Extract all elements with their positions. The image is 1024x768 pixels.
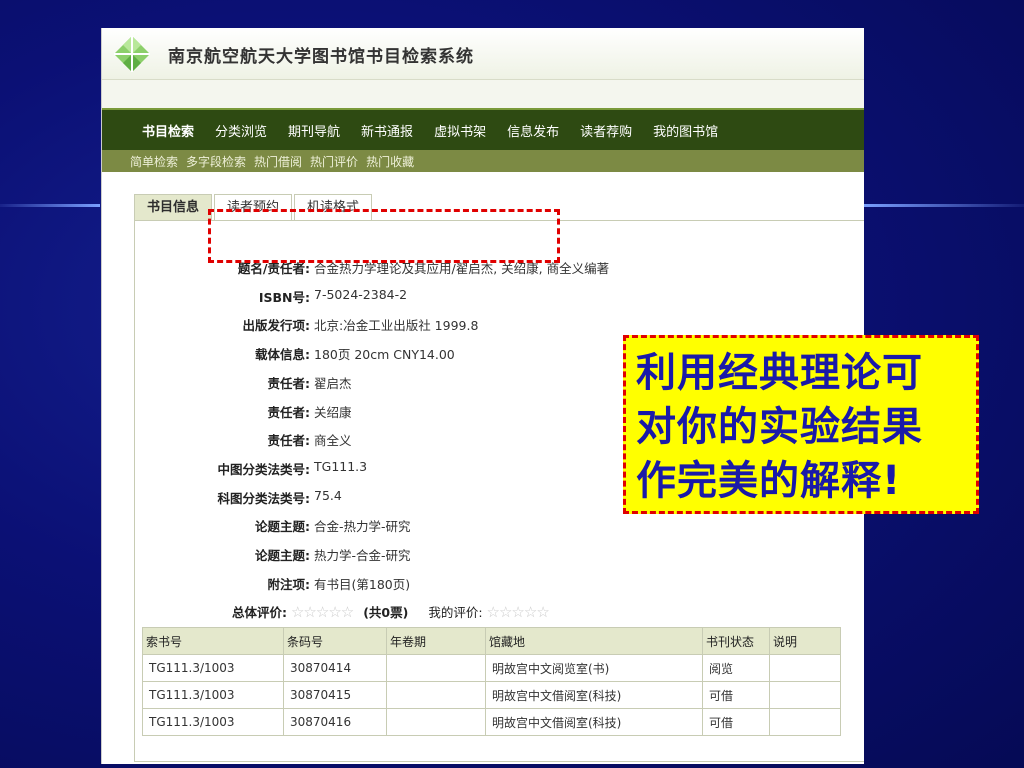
- col-note: 说明: [769, 627, 841, 655]
- nav-item-catalog-search[interactable]: 书目检索: [142, 121, 194, 140]
- record-field-value: 翟启杰: [314, 375, 352, 391]
- record-field-value: 7-5024-2384-2: [314, 286, 408, 302]
- record-field-row: 责任者: 翟启杰: [100, 373, 660, 393]
- holdings-cell: TG111.3/1003: [142, 681, 284, 709]
- record-field-value: 关绍康: [314, 404, 352, 420]
- record-field-label: 论题主题:: [255, 548, 310, 563]
- col-call-number: 索书号: [142, 627, 284, 655]
- col-location: 馆藏地: [485, 627, 703, 655]
- holdings-cell: [769, 681, 841, 709]
- holdings-cell: 明故宫中文借阅室(科技): [485, 708, 703, 736]
- holdings-cell: [386, 708, 486, 736]
- holdings-cell: 明故宫中文借阅室(科技): [485, 681, 703, 709]
- record-field-value: 有书目(第180页): [314, 576, 411, 592]
- diamond-logo-icon: [114, 36, 150, 72]
- rating-stars: ☆☆☆☆☆: [290, 603, 354, 621]
- rating-label: 总体评价:: [232, 605, 287, 620]
- rating-votes: (共0票): [363, 605, 409, 620]
- sub-nav: 简单检索 多字段检索 热门借阅 热门评价 热门收藏: [102, 150, 864, 172]
- record-field-row: 责任者: 关绍康: [100, 402, 660, 422]
- nav-item-recommend[interactable]: 读者荐购: [580, 121, 632, 140]
- holdings-cell: 30870415: [283, 681, 387, 709]
- subnav-hot-collect[interactable]: 热门收藏: [366, 153, 414, 170]
- nav-item-browse[interactable]: 分类浏览: [215, 121, 267, 140]
- nav-item-virtual-shelf[interactable]: 虚拟书架: [434, 121, 486, 140]
- decorative-line-left: [0, 204, 100, 207]
- callout-line: 利用经典理论可: [636, 350, 923, 396]
- holdings-cell: [769, 708, 841, 736]
- holdings-row: TG111.3/1003 30870415 明故宫中文借阅室(科技) 可借: [142, 681, 841, 709]
- callout-line: 作完美的解释!: [636, 458, 902, 504]
- holdings-cell: TG111.3/1003: [142, 708, 284, 736]
- record-field-label: 责任者:: [267, 404, 311, 420]
- holdings-cell: 阅览: [702, 654, 770, 682]
- subnav-multi-field-search[interactable]: 多字段检索: [186, 153, 246, 170]
- record-field-label: 论题主题:: [255, 519, 310, 535]
- record-field-row: 中图分类法类号: TG111.3: [100, 459, 660, 479]
- site-header: 南京航空航天大学图书馆书目检索系统: [102, 28, 864, 80]
- nav-item-my-library[interactable]: 我的图书馆: [653, 121, 718, 140]
- holdings-cell: 30870414: [283, 654, 387, 682]
- callout-line: 对你的实验结果: [636, 404, 923, 450]
- record-field-label: 附注项:: [267, 576, 311, 592]
- record-field-value: 180页 20cm CNY14.00: [314, 347, 455, 363]
- record-field-row: 出版发行项: 北京:冶金工业出版社 1999.8: [100, 315, 660, 335]
- my-rating-label: 我的评价:: [428, 605, 483, 620]
- callout-box: 利用经典理论可 对你的实验结果 作完美的解释!: [623, 335, 979, 514]
- record-field-value: 商全义: [314, 433, 352, 449]
- title-highlight-box: [208, 209, 560, 263]
- record-field-value: 热力学-合金-研究: [314, 548, 411, 563]
- record-field-row: 论题主题: 合金-热力学-研究: [100, 516, 660, 536]
- record-field-row: 科图分类法类号: 75.4: [100, 488, 660, 508]
- holdings-table: 索书号 条码号 年卷期 馆藏地 书刊状态 说明 TG111.3/1003 3087…: [142, 627, 841, 736]
- holdings-cell: 可借: [702, 681, 770, 709]
- record-field-label: 出版发行项:: [242, 318, 311, 334]
- record-field-label: 中图分类法类号:: [217, 461, 311, 477]
- record-field-row: 责任者: 商全义: [100, 430, 660, 450]
- holdings-header-row: 索书号 条码号 年卷期 馆藏地 书刊状态 说明: [142, 627, 841, 655]
- record-field-value: TG111.3: [314, 458, 368, 474]
- rating-row: 总体评价: ☆☆☆☆☆ (共0票) 我的评价: ☆☆☆☆☆: [232, 602, 550, 621]
- record-field-label: 责任者:: [267, 375, 311, 391]
- record-field-row: ISBN号: 7-5024-2384-2: [100, 287, 660, 307]
- record-field-label: ISBN号:: [258, 289, 310, 305]
- subnav-simple-search[interactable]: 简单检索: [130, 153, 178, 170]
- nav-item-journals[interactable]: 期刊导航: [288, 121, 340, 140]
- holdings-cell: 明故宫中文阅览室(书): [485, 654, 703, 682]
- record-field-value: 75.4: [314, 487, 342, 503]
- record-field-value: 北京:冶金工业出版社 1999.8: [314, 318, 479, 334]
- site-title: 南京航空航天大学图书馆书目检索系统: [168, 47, 474, 67]
- decorative-line-right: [862, 204, 1024, 207]
- holdings-cell: 可借: [702, 708, 770, 736]
- record-field-row: 论题主题: 热力学-合金-研究: [100, 545, 660, 565]
- holdings-row: TG111.3/1003 30870416 明故宫中文借阅室(科技) 可借: [142, 708, 841, 736]
- col-status: 书刊状态: [702, 627, 770, 655]
- my-rating-stars[interactable]: ☆☆☆☆☆: [487, 603, 550, 621]
- record-field-value: 合金-热力学-研究: [314, 519, 411, 535]
- holdings-cell: [386, 654, 486, 682]
- main-nav: 书目检索 分类浏览 期刊导航 新书通报 虚拟书架 信息发布 读者荐购 我的图书馆: [102, 108, 864, 150]
- holdings-cell: TG111.3/1003: [142, 654, 284, 682]
- nav-item-news[interactable]: 信息发布: [507, 121, 559, 140]
- holdings-row: TG111.3/1003 30870414 明故宫中文阅览室(书) 阅览: [142, 654, 841, 682]
- subnav-hot-rating[interactable]: 热门评价: [310, 153, 358, 170]
- record-field-label: 科图分类法类号:: [217, 490, 311, 506]
- col-barcode: 条码号: [283, 627, 387, 655]
- holdings-cell: 30870416: [283, 708, 387, 736]
- holdings-cell: [386, 681, 486, 709]
- record-field-label: 载体信息:: [255, 347, 310, 363]
- nav-item-new-books[interactable]: 新书通报: [361, 121, 413, 140]
- record-field-label: 责任者:: [267, 433, 311, 449]
- record-field-row: 附注项: 有书目(第180页): [100, 574, 660, 594]
- record-field-row: 载体信息: 180页 20cm CNY14.00: [100, 344, 660, 364]
- tab-book-info[interactable]: 书目信息: [134, 194, 213, 221]
- col-volume: 年卷期: [386, 627, 486, 655]
- holdings-cell: [769, 654, 841, 682]
- subnav-hot-borrow[interactable]: 热门借阅: [254, 153, 302, 170]
